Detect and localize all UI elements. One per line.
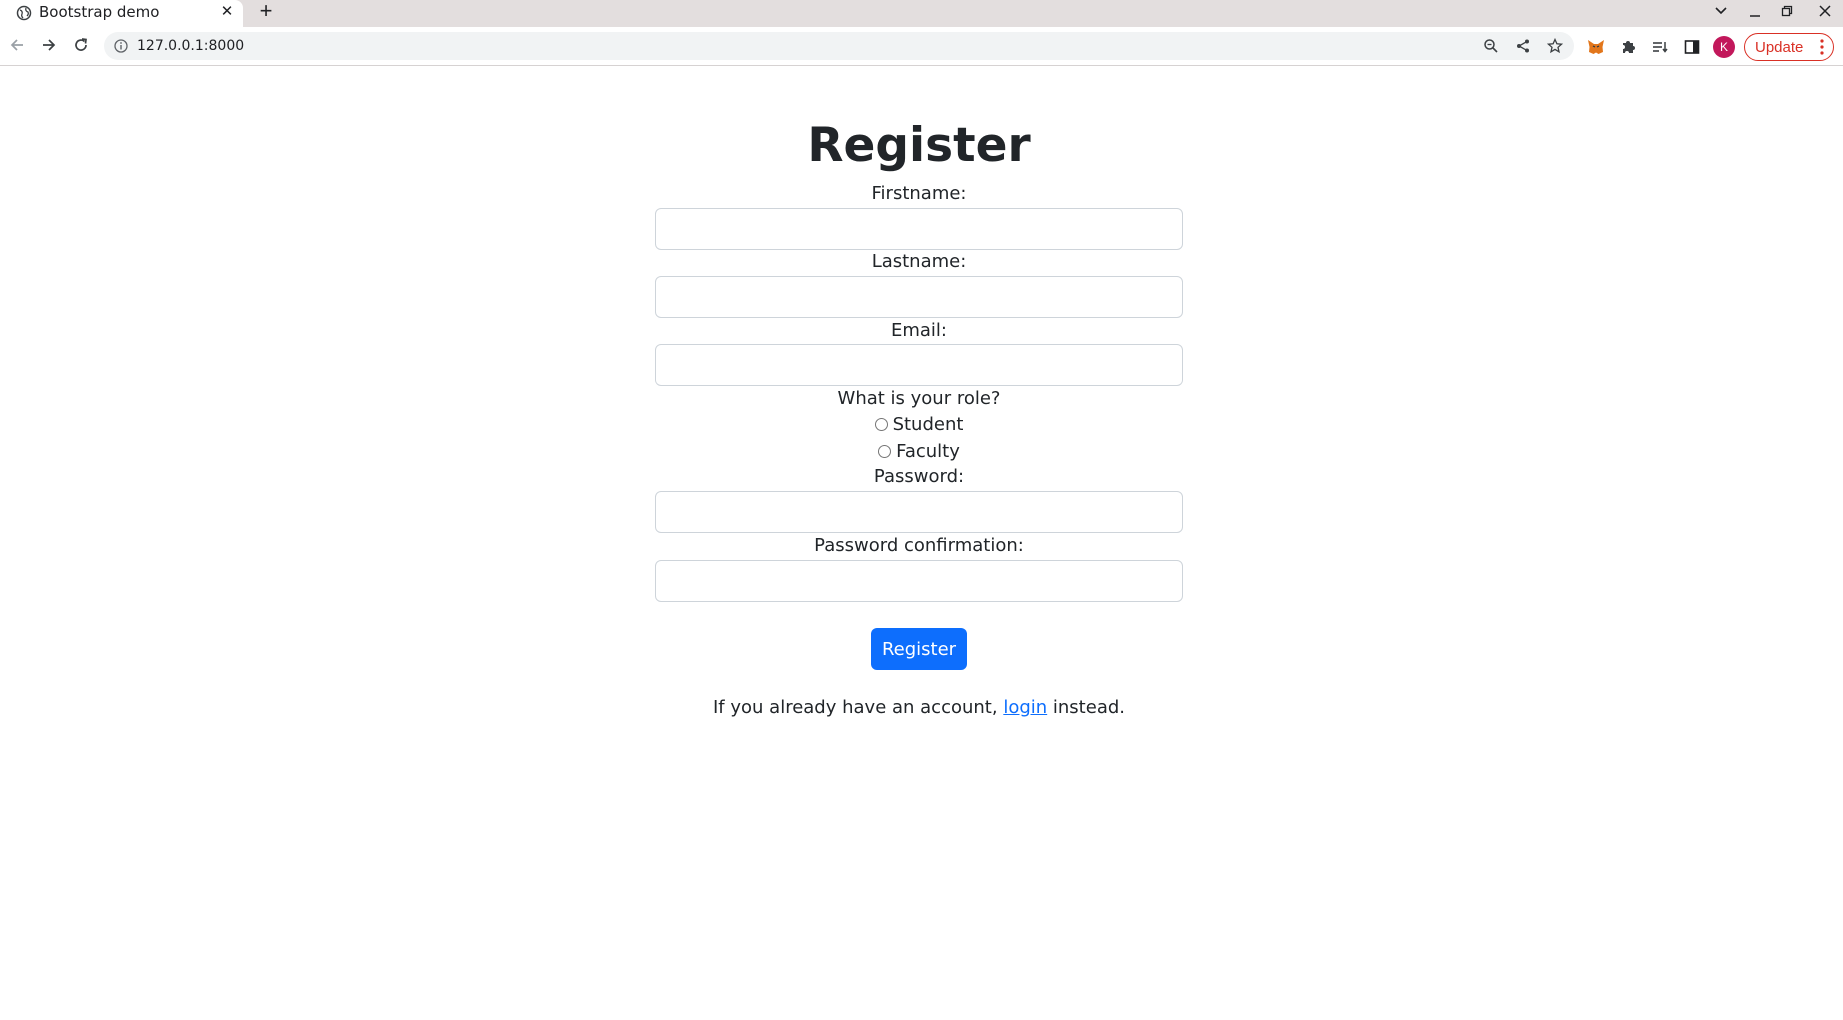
more-menu-icon[interactable] xyxy=(1820,38,1824,56)
password-confirmation-label: Password confirmation: xyxy=(814,535,1024,556)
register-button[interactable]: Register xyxy=(871,628,967,670)
password-label: Password: xyxy=(873,466,965,487)
back-arrow-icon[interactable] xyxy=(5,33,29,57)
role-option-student[interactable]: Student xyxy=(0,414,1838,436)
lastname-label: Lastname: xyxy=(871,251,967,272)
zoom-icon[interactable] xyxy=(1482,37,1500,55)
student-radio[interactable] xyxy=(874,417,888,431)
reload-icon[interactable] xyxy=(69,33,93,57)
minimize-icon[interactable] xyxy=(1745,0,1765,24)
restore-icon[interactable] xyxy=(1777,0,1797,24)
login-link[interactable]: login xyxy=(1003,697,1047,718)
forward-arrow-icon[interactable] xyxy=(37,33,61,57)
tab-close-icon[interactable]: ✕ xyxy=(219,3,235,21)
password-input[interactable] xyxy=(655,491,1183,533)
password-confirmation-input[interactable] xyxy=(655,560,1183,602)
login-hint-suffix: instead. xyxy=(1047,697,1125,718)
faculty-radio[interactable] xyxy=(878,444,892,458)
share-icon[interactable] xyxy=(1514,37,1532,55)
extensions-puzzle-icon[interactable] xyxy=(1617,36,1639,58)
side-panel-icon[interactable] xyxy=(1681,36,1703,58)
metamask-fox-icon[interactable] xyxy=(1585,36,1607,58)
role-label: What is your role? xyxy=(837,388,1001,409)
firstname-input[interactable] xyxy=(655,208,1183,250)
bookmark-star-icon[interactable] xyxy=(1546,37,1564,55)
new-tab-button[interactable]: + xyxy=(255,0,277,24)
lastname-input[interactable] xyxy=(655,276,1183,318)
update-button[interactable]: Update xyxy=(1744,33,1834,61)
url-text: 127.0.0.1:8000 xyxy=(137,38,245,54)
tab-search-chevron-icon[interactable] xyxy=(1711,0,1731,24)
close-window-icon[interactable] xyxy=(1815,0,1835,24)
email-label: Email: xyxy=(890,320,947,341)
reading-list-icon[interactable] xyxy=(1649,36,1671,58)
faculty-radio-label: Faculty xyxy=(896,441,960,462)
profile-avatar[interactable]: K xyxy=(1713,36,1735,58)
role-option-faculty[interactable]: Faculty xyxy=(0,441,1838,463)
globe-icon xyxy=(16,5,32,21)
email-input[interactable] xyxy=(655,344,1183,386)
firstname-label: Firstname: xyxy=(871,183,967,204)
page-title: Register xyxy=(807,118,1031,173)
update-label: Update xyxy=(1755,38,1804,56)
site-info-icon[interactable] xyxy=(114,39,128,53)
tab-title: Bootstrap demo xyxy=(39,3,160,21)
login-hint: If you already have an account, login in… xyxy=(0,697,1838,718)
student-radio-label: Student xyxy=(892,414,964,435)
browser-toolbar: 127.0.0.1:8000 xyxy=(0,27,1843,66)
browser-tab[interactable]: Bootstrap demo ✕ xyxy=(0,0,243,27)
address-bar[interactable]: 127.0.0.1:8000 xyxy=(104,32,1574,60)
tab-strip: Bootstrap demo ✕ + xyxy=(0,0,1843,27)
login-hint-prefix: If you already have an account, xyxy=(713,697,1004,718)
